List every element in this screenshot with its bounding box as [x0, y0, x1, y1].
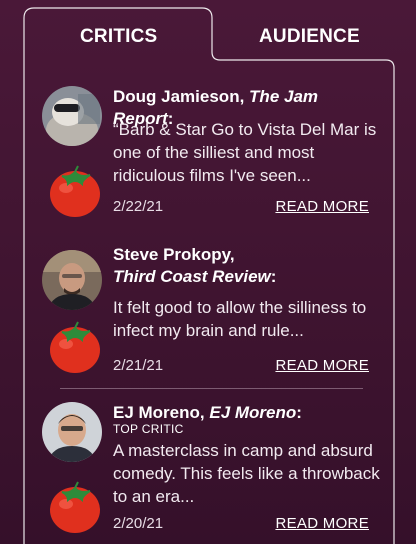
fresh-tomato-icon	[50, 481, 100, 533]
read-more-link[interactable]: READ MORE	[275, 515, 369, 532]
top-critic-badge: TOP CRITIC	[113, 422, 184, 436]
critic-author[interactable]: Doug Jamieson	[113, 87, 240, 106]
tab-audience[interactable]: AUDIENCE	[259, 26, 360, 48]
critic-name[interactable]: Steve Prokopy, Third Coast Review:	[113, 244, 383, 288]
tab-bar: CRITICS AUDIENCE	[0, 0, 416, 70]
review-quote: It felt good to allow the silliness to i…	[113, 298, 367, 340]
review-date: 2/20/21	[113, 515, 164, 532]
critic-author[interactable]: EJ Moreno	[113, 403, 200, 422]
critic-name[interactable]: EJ Moreno, EJ Moreno:	[113, 402, 383, 424]
fresh-tomato-icon	[50, 321, 100, 373]
review-quote: “Barb & Star Go to Vista Del Mar is one …	[113, 120, 377, 185]
read-more-link[interactable]: READ MORE	[275, 198, 369, 215]
review-date: 2/22/21	[113, 198, 164, 215]
critic-avatar	[42, 250, 102, 310]
critic-publication[interactable]: EJ Moreno	[209, 403, 296, 422]
critic-author[interactable]: Steve Prokopy	[113, 245, 230, 264]
review-quote: A masterclass in camp and absurd comedy.…	[113, 441, 380, 506]
critic-publication[interactable]: Third Coast Review	[113, 267, 271, 286]
review-date: 2/21/21	[113, 357, 164, 374]
critic-avatar	[42, 86, 102, 146]
fresh-tomato-icon	[50, 165, 100, 217]
read-more-link[interactable]: READ MORE	[275, 357, 369, 374]
tab-critics[interactable]: CRITICS	[80, 26, 157, 48]
critic-avatar	[42, 402, 102, 462]
review-divider	[60, 388, 363, 389]
